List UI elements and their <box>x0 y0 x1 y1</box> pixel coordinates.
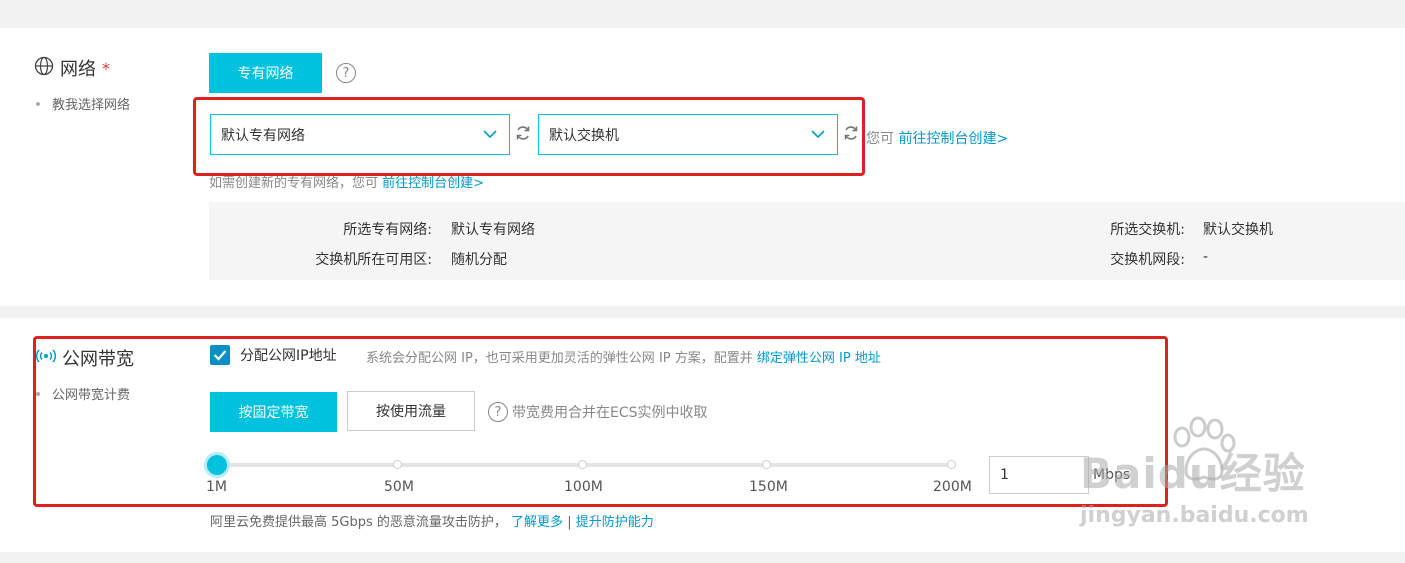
highlight-box <box>33 336 1168 507</box>
network-section-title: 网络 * <box>34 55 110 81</box>
globe-icon <box>34 56 54 81</box>
cidr-info-label: 交换机网段: <box>1110 252 1185 268</box>
network-guide-label: 教我选择网络 <box>52 98 131 113</box>
highlight-box <box>193 97 865 176</box>
create-vpc-console-link[interactable]: 前往控制台创建> <box>382 176 484 191</box>
network-info-panel: 所选专有网络: 默认专有网络 交换机所在可用区: 随机分配 所选交换机: 默认交… <box>209 202 1405 280</box>
zone-info-value: 随机分配 <box>451 252 507 268</box>
vswitch-info-label: 所选交换机: <box>1110 222 1185 238</box>
vpc-info-label: 所选专有网络: <box>343 222 432 238</box>
ddos-protection-note: 阿里云免费提供最高 5Gbps 的恶意流量攻击防护， 了解更多 | 提升防护能力 <box>210 511 654 530</box>
vpc-type-button[interactable]: 专有网络 <box>209 53 322 93</box>
watermark-brand: Baidu经验 <box>1080 449 1306 498</box>
upgrade-protection-link[interactable]: 提升防护能力 <box>576 515 654 530</box>
vpc-info-value: 默认专有网络 <box>451 222 535 238</box>
network-guide-link[interactable]: 教我选择网络 <box>36 94 130 113</box>
watermark-url: jingyan.baidu.com <box>1080 503 1309 528</box>
ddos-text: 阿里云免费提供最高 5Gbps 的恶意流量攻击防护， <box>210 515 507 530</box>
link-separator: | <box>567 515 572 530</box>
create-hint-prefix: 您可 <box>866 131 894 147</box>
bullet-dot <box>36 101 40 106</box>
learn-more-link[interactable]: 了解更多 <box>511 515 563 530</box>
create-vpc-hint-text: 如需创建新的专有网络，您可 <box>209 176 379 191</box>
required-mark: * <box>102 58 110 78</box>
vswitch-info-value: 默认交换机 <box>1203 222 1273 238</box>
create-hint: 您可 前往控制台创建> <box>866 128 1008 148</box>
cidr-info-value: - <box>1203 249 1209 265</box>
help-icon[interactable]: ? <box>336 63 356 83</box>
create-console-link[interactable]: 前往控制台创建> <box>898 131 1008 147</box>
network-title: 网络 <box>60 59 96 80</box>
zone-info-label: 交换机所在可用区: <box>315 252 432 268</box>
